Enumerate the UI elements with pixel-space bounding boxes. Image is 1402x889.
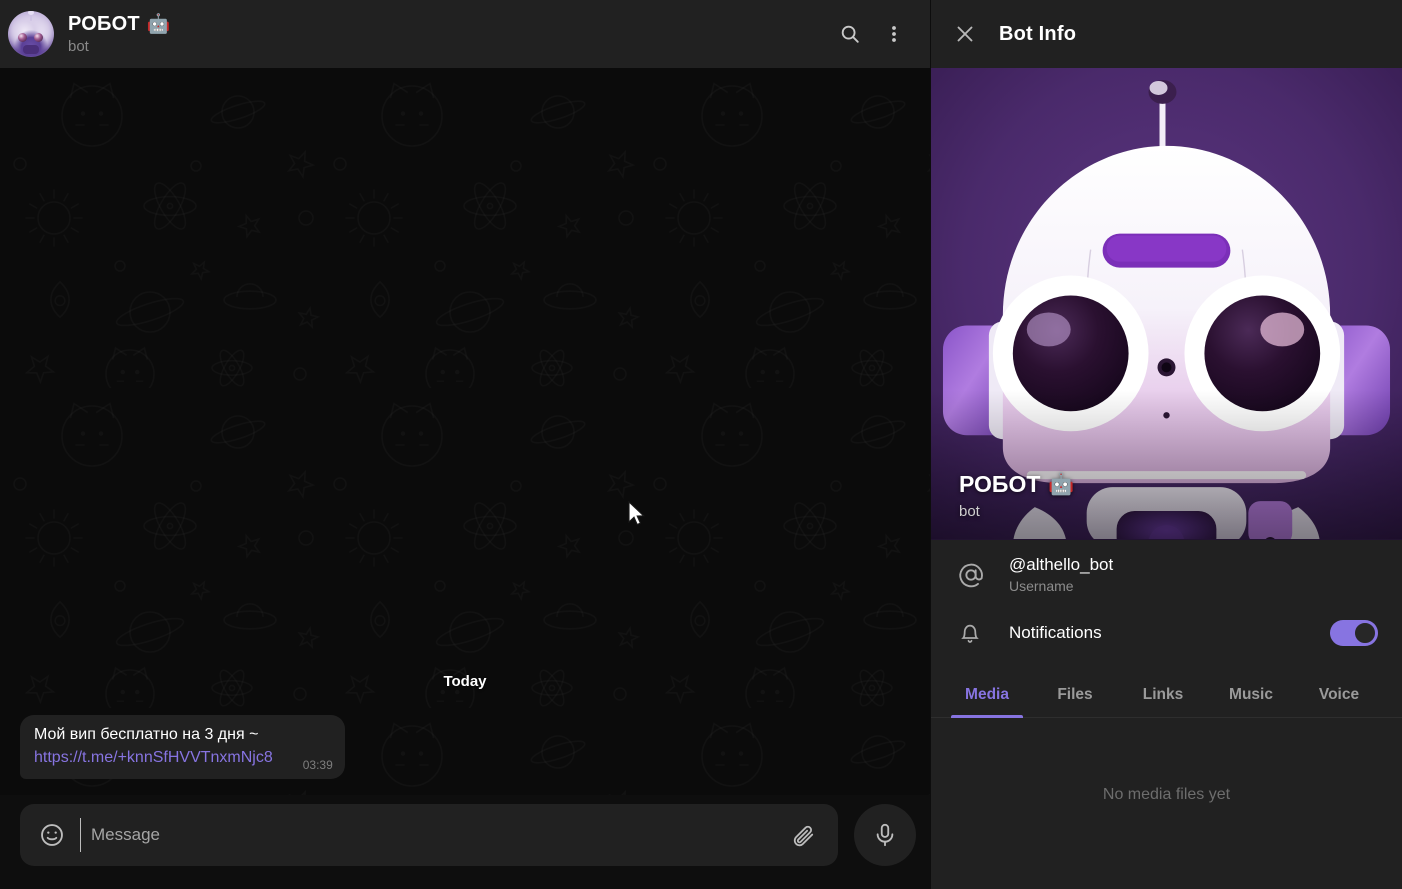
avatar-eye-left: [18, 33, 27, 42]
hero-bot-name-row: РОБОТ 🤖: [959, 471, 1075, 498]
message-bubble[interactable]: Мой вип бесплатно на 3 дня ~ https://t.m…: [20, 715, 345, 779]
message-timestamp: 03:39: [302, 758, 333, 772]
page-title: РОБОТ: [68, 13, 140, 35]
smiley-icon[interactable]: [32, 815, 72, 855]
tab-files[interactable]: Files: [1039, 678, 1111, 717]
info-panel-title: Bot Info: [999, 22, 1077, 45]
info-panel-header: Bot Info: [931, 0, 1402, 68]
chat-subtitle: bot: [68, 38, 89, 55]
tab-media[interactable]: Media: [951, 678, 1023, 718]
media-empty-state: No media files yet: [931, 718, 1402, 889]
robot-emoji-icon: 🤖: [146, 13, 171, 35]
toggle-knob: [1353, 621, 1377, 645]
avatar-eye-right: [34, 33, 43, 42]
composer-input-pill[interactable]: [20, 804, 838, 866]
hero-bot-name: РОБОТ: [959, 471, 1041, 497]
bell-icon: [957, 620, 1009, 646]
bot-info-panel: Bot Info РОБОТ 🤖 bot @althello_bot Usern…: [930, 0, 1402, 889]
info-row-notifications[interactable]: Notifications: [931, 604, 1402, 662]
media-tabs: Media Files Links Music Voice: [931, 668, 1402, 718]
tab-voice[interactable]: Voice: [1303, 678, 1375, 717]
tab-music[interactable]: Music: [1215, 678, 1287, 717]
chat-column: РОБОТ 🤖 bot Today Мой вип бесплатно на 3…: [0, 0, 930, 889]
username-value: @althello_bot: [1009, 555, 1114, 574]
notifications-text-block: Notifications: [1009, 622, 1330, 644]
chat-scroll: Today Мой вип бесплатно на 3 дня ~ https…: [0, 68, 930, 795]
microphone-icon[interactable]: [854, 804, 916, 866]
search-input message-input[interactable]: [80, 818, 780, 852]
avatar[interactable]: [8, 11, 54, 57]
robot-emoji-icon: 🤖: [1048, 473, 1075, 496]
chat-title-row: РОБОТ 🤖: [68, 12, 828, 36]
message-row: Мой вип бесплатно на 3 дня ~ https://t.m…: [0, 715, 930, 783]
chat-header: РОБОТ 🤖 bot: [0, 0, 930, 68]
paperclip-icon[interactable]: [782, 814, 824, 856]
username-label: Username: [1009, 578, 1074, 594]
more-vertical-icon[interactable]: [872, 12, 916, 56]
close-icon[interactable]: [943, 12, 987, 56]
message-text: Мой вип бесплатно на 3 дня ~: [34, 726, 259, 743]
info-rows: @althello_bot Username Notifications: [931, 540, 1402, 662]
message-composer: [0, 795, 930, 889]
search-icon[interactable]: [828, 12, 872, 56]
at-sign-icon: [957, 561, 1009, 589]
tab-links[interactable]: Links: [1127, 678, 1199, 717]
notifications-toggle[interactable]: [1330, 620, 1378, 646]
hero-gradient-overlay: [931, 390, 1402, 540]
bot-profile-photo[interactable]: РОБОТ 🤖 bot: [931, 68, 1402, 540]
message-link[interactable]: https://t.me/+knnSfHVVTnxmNjc8: [34, 747, 273, 769]
telegram-window: РОБОТ 🤖 bot Today Мой вип бесплатно на 3…: [0, 0, 1402, 889]
notifications-label: Notifications: [1009, 623, 1102, 642]
avatar-mouth: [23, 45, 39, 54]
hero-bot-subtitle: bot: [959, 503, 980, 520]
avatar-antenna: [28, 11, 34, 21]
info-row-username[interactable]: @althello_bot Username: [931, 546, 1402, 604]
chat-title-block[interactable]: РОБОТ 🤖 bot: [68, 12, 828, 56]
username-text-block: @althello_bot Username: [1009, 554, 1378, 596]
date-separator: Today: [443, 673, 487, 690]
chat-message-area[interactable]: Today Мой вип бесплатно на 3 дня ~ https…: [0, 68, 930, 795]
media-empty-text: No media files yet: [1102, 785, 1231, 803]
